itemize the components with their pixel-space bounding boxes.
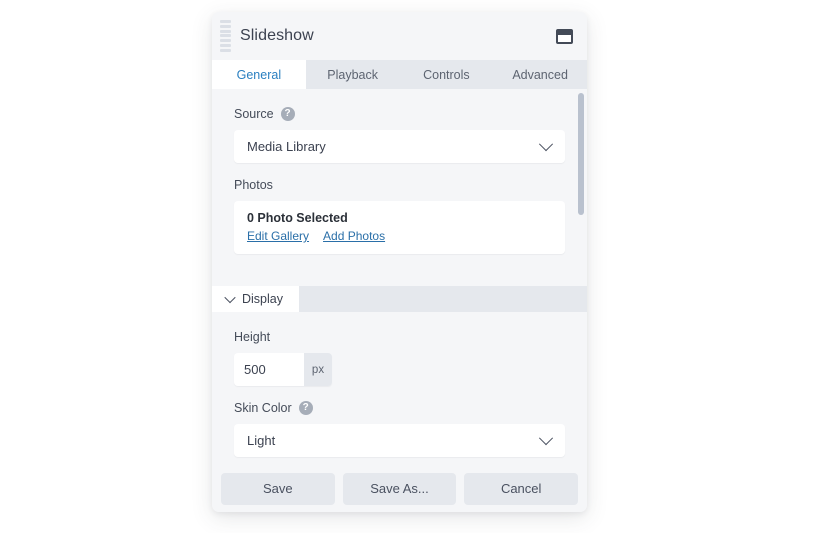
save-as-button[interactable]: Save As... (342, 472, 457, 505)
general-tab-content: Source ? Media Library Photos 0 Photo Se… (212, 89, 587, 286)
scrollbar-thumb[interactable] (578, 93, 584, 215)
tab-advanced[interactable]: Advanced (493, 60, 587, 89)
photos-links: Edit Gallery Add Photos (247, 229, 552, 243)
height-label: Height (234, 330, 271, 344)
source-label-row: Source ? (234, 107, 565, 121)
height-input-group: px (234, 353, 332, 386)
source-select[interactable]: Media Library (234, 130, 565, 163)
save-button[interactable]: Save (221, 472, 335, 505)
grip-dots-icon[interactable] (220, 18, 234, 54)
height-input[interactable] (234, 353, 304, 386)
skin-color-field: Skin Color ? Light (234, 401, 565, 457)
skin-color-select-value: Light (247, 433, 276, 448)
help-circle-icon[interactable]: ? (298, 401, 313, 415)
panel-footer: Save Save As... Cancel (212, 465, 587, 512)
chevron-down-icon (224, 291, 236, 304)
skin-color-select[interactable]: Light (234, 424, 565, 457)
edit-gallery-link[interactable]: Edit Gallery (247, 229, 309, 243)
photos-count-text: 0 Photo Selected (247, 211, 348, 225)
add-photos-link[interactable]: Add Photos (323, 229, 385, 243)
cancel-button[interactable]: Cancel (464, 472, 579, 505)
photos-label: Photos (234, 178, 273, 192)
chevron-down-icon (538, 136, 554, 151)
panel-title: Slideshow (240, 27, 314, 44)
height-unit-addon: px (304, 353, 332, 386)
chevron-down-icon (538, 430, 554, 445)
tab-playback[interactable]: Playback (306, 60, 400, 89)
display-section-tabstrip: Display (212, 286, 587, 312)
photos-field: Photos 0 Photo Selected Edit Gallery Add… (234, 178, 565, 254)
display-section-toggle[interactable]: Display (212, 286, 299, 312)
photos-label-row: Photos (234, 178, 565, 192)
tab-controls[interactable]: Controls (400, 60, 494, 89)
height-field: Height px (234, 330, 565, 386)
slideshow-settings-panel: Slideshow General Playback Controls Adva… (212, 12, 587, 512)
display-section-body: Height px Skin Color ? Light (212, 312, 587, 465)
display-section-title: Display (242, 292, 283, 306)
window-frame-icon[interactable] (556, 28, 573, 44)
height-label-row: Height (234, 330, 565, 344)
skin-color-label: Skin Color (234, 401, 292, 415)
screen-root: Slideshow General Playback Controls Adva… (0, 0, 816, 533)
tab-bar: General Playback Controls Advanced (212, 60, 587, 89)
help-circle-icon[interactable]: ? (280, 107, 295, 121)
skin-color-label-row: Skin Color ? (234, 401, 565, 415)
photos-card: 0 Photo Selected Edit Gallery Add Photos (234, 201, 565, 254)
source-field: Source ? Media Library (234, 107, 565, 163)
source-select-value: Media Library (247, 139, 326, 154)
panel-titlebar: Slideshow (212, 12, 587, 60)
tab-general[interactable]: General (212, 60, 306, 89)
content-scrollbar[interactable] (578, 89, 584, 286)
source-label: Source (234, 107, 274, 121)
